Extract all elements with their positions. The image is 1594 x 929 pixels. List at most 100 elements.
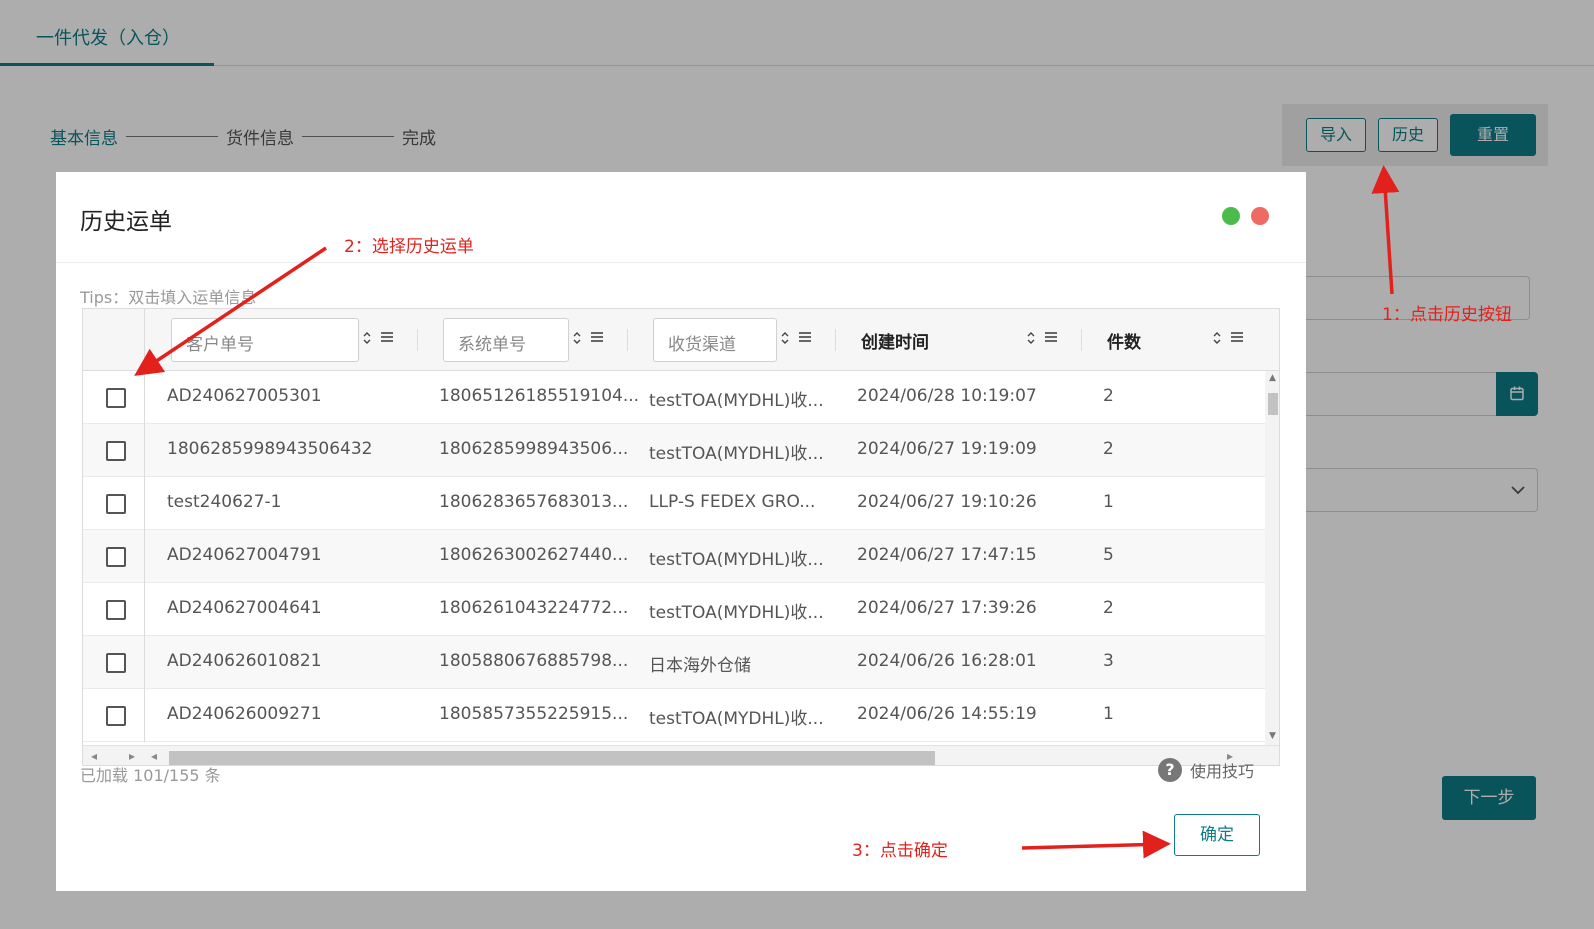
row-checkbox-cell — [83, 583, 145, 636]
column-separator[interactable] — [835, 329, 836, 351]
customer-no-cell: test240627-1 — [167, 492, 282, 512]
column-separator[interactable] — [627, 329, 628, 351]
question-icon: ? — [1158, 758, 1182, 782]
row-checkbox[interactable] — [106, 494, 126, 514]
created-time-cell: 2024/06/27 19:10:26 — [857, 492, 1037, 512]
system-no-cell: 1806285998943506... — [439, 439, 629, 459]
row-checkbox-cell — [83, 689, 145, 742]
column-menu-icon[interactable] — [381, 331, 393, 343]
table-row[interactable]: AD240627004791 1806263002627440... testT… — [83, 530, 1265, 583]
vertical-scroll-thumb[interactable] — [1268, 393, 1278, 415]
scroll-right-arrow-icon[interactable]: ▸ — [129, 749, 135, 763]
row-checkbox[interactable] — [106, 653, 126, 673]
created-time-cell: 2024/06/28 10:19:07 — [857, 386, 1037, 406]
sort-icon[interactable] — [363, 331, 371, 345]
loaded-count-text: 已加载 101/155 条 — [80, 766, 221, 785]
channel-cell: testTOA(MYDHL)收... — [649, 391, 824, 411]
table-row[interactable]: AD240626009271 1805857355225915... testT… — [83, 689, 1265, 742]
channel-cell: testTOA(MYDHL)收... — [649, 709, 824, 729]
row-checkbox-cell — [83, 477, 145, 530]
pieces-cell: 2 — [1103, 439, 1114, 459]
customer-no-cell: 1806285998943506432 — [167, 439, 373, 459]
channel-cell: testTOA(MYDHL)收... — [649, 603, 824, 623]
column-menu-icon[interactable] — [1045, 331, 1057, 343]
pieces-cell: 1 — [1103, 492, 1114, 512]
customer-no-cell: AD240627005301 — [167, 386, 322, 406]
checkbox-column-header — [83, 309, 145, 371]
scroll-down-arrow-icon[interactable]: ▼ — [1269, 731, 1276, 741]
customer-no-cell: AD240627004641 — [167, 598, 322, 618]
table-row[interactable]: AD240626010821 1805880676885798... 日本海外仓… — [83, 636, 1265, 689]
confirm-button[interactable]: 确定 — [1174, 814, 1260, 856]
column-separator[interactable] — [417, 329, 418, 351]
sort-icon[interactable] — [781, 331, 789, 345]
created-time-cell: 2024/06/26 16:28:01 — [857, 651, 1037, 671]
sort-icon[interactable] — [1213, 331, 1221, 345]
channel-cell: LLP-S FEDEX GRO... — [649, 492, 816, 512]
column-menu-icon[interactable] — [799, 331, 811, 343]
system-no-cell: 1806263002627440... — [439, 545, 629, 565]
row-checkbox-cell — [83, 636, 145, 689]
pieces-cell: 2 — [1103, 386, 1114, 406]
pieces-cell: 1 — [1103, 704, 1114, 724]
history-waybill-dialog: 历史运单 Tips：双击填入运单信息 客户单号 系统单号 收货渠道 创建时间 件… — [56, 172, 1306, 891]
system-no-filter-input[interactable]: 系统单号 — [443, 318, 569, 362]
created-time-header[interactable]: 创建时间 — [861, 328, 929, 353]
created-time-cell: 2024/06/27 17:47:15 — [857, 545, 1037, 565]
row-checkbox-cell — [83, 530, 145, 583]
annotation-step3: 3：点击确定 — [852, 841, 948, 861]
created-time-cell: 2024/06/27 17:39:26 — [857, 598, 1037, 618]
channel-cell: testTOA(MYDHL)收... — [649, 550, 824, 570]
system-no-cell: 1806261043224772... — [439, 598, 629, 618]
close-dot-icon[interactable] — [1251, 207, 1269, 225]
waybill-table: 客户单号 系统单号 收货渠道 创建时间 件数 AD240627005301 18… — [82, 308, 1280, 766]
table-row[interactable]: AD240627005301 18065126185519104... test… — [83, 371, 1265, 424]
channel-cell: testTOA(MYDHL)收... — [649, 444, 824, 464]
table-row[interactable]: AD240627004641 1806261043224772... testT… — [83, 583, 1265, 636]
dialog-title: 历史运单 — [80, 209, 172, 235]
table-header: 客户单号 系统单号 收货渠道 创建时间 件数 — [83, 309, 1279, 371]
usage-tips-label: 使用技巧 — [1190, 762, 1255, 781]
scroll-left-arrow-icon[interactable]: ◂ — [91, 749, 97, 763]
pieces-cell: 5 — [1103, 545, 1114, 565]
pieces-cell: 3 — [1103, 651, 1114, 671]
row-checkbox[interactable] — [106, 706, 126, 726]
row-checkbox-cell — [83, 424, 145, 477]
row-checkbox-cell — [83, 371, 145, 424]
scroll-left-arrow-icon[interactable]: ◂ — [151, 749, 157, 763]
vertical-scrollbar[interactable]: ▲ ▼ — [1265, 371, 1279, 745]
customer-no-cell: AD240626009271 — [167, 704, 322, 724]
row-checkbox[interactable] — [106, 547, 126, 567]
table-body: AD240627005301 18065126185519104... test… — [83, 371, 1265, 745]
usage-tips-link[interactable]: ? 使用技巧 — [1158, 758, 1254, 782]
horizontal-scroll-thumb[interactable] — [169, 751, 935, 765]
system-no-cell: 1806283657683013... — [439, 492, 629, 512]
column-menu-icon[interactable] — [591, 331, 603, 343]
system-no-cell: 18065126185519104... — [439, 386, 640, 406]
row-checkbox[interactable] — [106, 441, 126, 461]
system-no-cell: 1805880676885798... — [439, 651, 629, 671]
customer-no-filter-input[interactable]: 客户单号 — [171, 318, 359, 362]
pieces-cell: 2 — [1103, 598, 1114, 618]
created-time-cell: 2024/06/26 14:55:19 — [857, 704, 1037, 724]
row-checkbox[interactable] — [106, 600, 126, 620]
horizontal-scrollbar[interactable]: ◂ ▸ ◂ ▸ — [83, 745, 1279, 765]
customer-no-cell: AD240627004791 — [167, 545, 322, 565]
row-checkbox[interactable] — [106, 388, 126, 408]
maximize-dot-icon[interactable] — [1222, 207, 1240, 225]
channel-filter-input[interactable]: 收货渠道 — [653, 318, 777, 362]
column-menu-icon[interactable] — [1231, 331, 1243, 343]
pieces-header[interactable]: 件数 — [1107, 328, 1141, 353]
sort-icon[interactable] — [1027, 331, 1035, 345]
table-row[interactable]: 1806285998943506432 1806285998943506... … — [83, 424, 1265, 477]
annotation-step2: 2：选择历史运单 — [344, 237, 474, 257]
column-separator[interactable] — [1081, 329, 1082, 351]
sort-icon[interactable] — [573, 331, 581, 345]
title-divider — [56, 262, 1306, 263]
scroll-up-arrow-icon[interactable]: ▲ — [1269, 373, 1276, 383]
created-time-cell: 2024/06/27 19:19:09 — [857, 439, 1037, 459]
channel-cell: 日本海外仓储 — [649, 656, 751, 676]
system-no-cell: 1805857355225915... — [439, 704, 629, 724]
table-row[interactable]: test240627-1 1806283657683013... LLP-S F… — [83, 477, 1265, 530]
tips-text: Tips：双击填入运单信息 — [80, 288, 257, 307]
